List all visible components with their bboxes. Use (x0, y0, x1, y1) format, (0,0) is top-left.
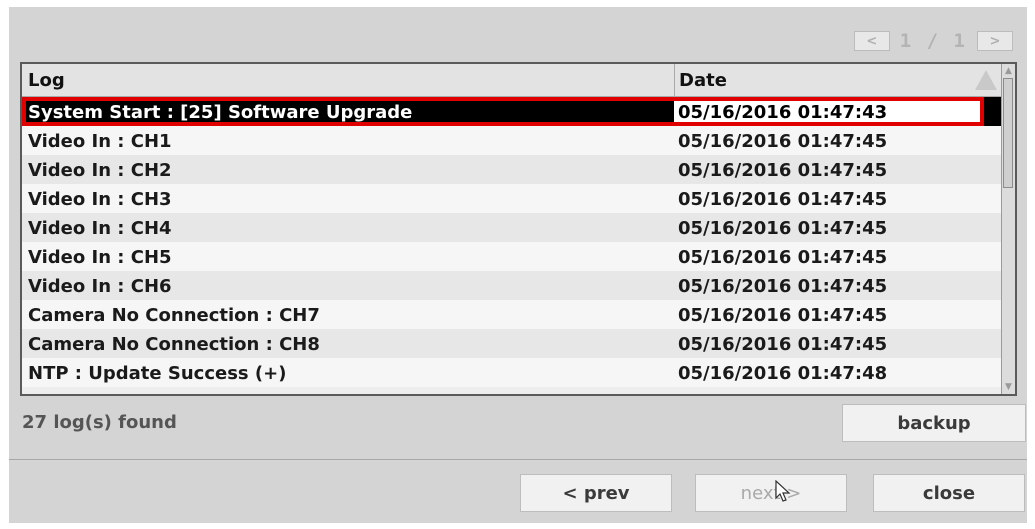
date-cell: 05/16/2016 01:47:45 (678, 131, 888, 152)
results-count: 27 log(s) found (22, 412, 177, 433)
prev-button[interactable]: < prev (520, 474, 672, 512)
table-row[interactable]: Video In : CH2 05/16/2016 01:47:45 (22, 155, 1002, 184)
scrollbar-thumb[interactable] (1003, 78, 1013, 188)
log-cell: Video In : CH2 (28, 160, 172, 181)
table-body: System Start : [25] Software Upgrade 05/1… (22, 97, 1002, 387)
log-cell: Video In : CH5 (28, 247, 172, 268)
table-row[interactable]: Video In : CH6 05/16/2016 01:47:45 (22, 271, 1002, 300)
table-row[interactable]: Camera No Connection : CH8 05/16/2016 01:… (22, 329, 1002, 358)
table-row[interactable]: Video In : CH1 05/16/2016 01:47:45 (22, 126, 1002, 155)
date-cell: 05/16/2016 01:47:45 (678, 305, 888, 326)
log-cell: Video In : CH6 (28, 276, 172, 297)
divider (9, 459, 1027, 460)
column-header-log[interactable]: Log (28, 64, 65, 96)
log-cell: Video In : CH4 (28, 218, 172, 239)
log-table: Log Date System Start : [25] Software Up… (20, 62, 1017, 396)
page-next-button[interactable]: > (977, 31, 1013, 51)
table-row[interactable]: Camera No Connection : CH7 05/16/2016 01:… (22, 300, 1002, 329)
date-cell: 05/16/2016 01:47:45 (678, 247, 888, 268)
sort-ascending-icon[interactable] (975, 70, 997, 90)
mouse-cursor-icon (775, 480, 791, 502)
log-search-panel: < 1 / 1 > Log Date System Start : [25] S… (9, 7, 1027, 523)
log-cell: Camera No Connection : CH8 (28, 334, 320, 355)
table-row[interactable]: System Start : [25] Software Upgrade 05/1… (22, 97, 1002, 126)
pager: < 1 / 1 > (853, 29, 1013, 53)
scroll-up-icon[interactable]: ▲ (1003, 65, 1014, 77)
page-prev-button[interactable]: < (853, 31, 890, 51)
date-cell: 05/16/2016 01:47:48 (678, 363, 888, 384)
scroll-down-icon[interactable]: ▼ (1003, 381, 1014, 393)
date-cell: 05/16/2016 01:47:45 (678, 334, 888, 355)
log-cell: Video In : CH3 (28, 189, 172, 210)
next-button[interactable]: next > (695, 474, 847, 512)
date-cell: 05/16/2016 01:47:45 (678, 160, 888, 181)
chevron-right-icon: > (989, 33, 1001, 49)
log-cell: Camera No Connection : CH7 (28, 305, 320, 326)
date-cell: 05/16/2016 01:47:45 (678, 189, 888, 210)
table-header: Log Date (22, 64, 1002, 97)
close-button[interactable]: close (873, 474, 1025, 512)
chevron-left-icon: < (866, 33, 878, 49)
date-cell: 05/16/2016 01:47:45 (678, 218, 888, 239)
column-header-date[interactable]: Date (674, 64, 979, 96)
table-row[interactable]: Video In : CH3 05/16/2016 01:47:45 (22, 184, 1002, 213)
log-cell: Video In : CH1 (28, 131, 172, 152)
table-row[interactable]: Video In : CH4 05/16/2016 01:47:45 (22, 213, 1002, 242)
date-cell: 05/16/2016 01:47:43 (678, 102, 888, 123)
table-row[interactable]: Video In : CH5 05/16/2016 01:47:45 (22, 242, 1002, 271)
page-indicator: 1 / 1 (899, 30, 967, 52)
backup-button[interactable]: backup (842, 404, 1026, 442)
table-row[interactable]: NTP : Update Success (+) 05/16/2016 01:47… (22, 358, 1002, 387)
log-cell: System Start : [25] Software Upgrade (28, 102, 413, 123)
log-cell: NTP : Update Success (+) (28, 363, 287, 384)
vertical-scrollbar[interactable]: ▲ ▼ (1001, 64, 1015, 394)
date-cell: 05/16/2016 01:47:45 (678, 276, 888, 297)
